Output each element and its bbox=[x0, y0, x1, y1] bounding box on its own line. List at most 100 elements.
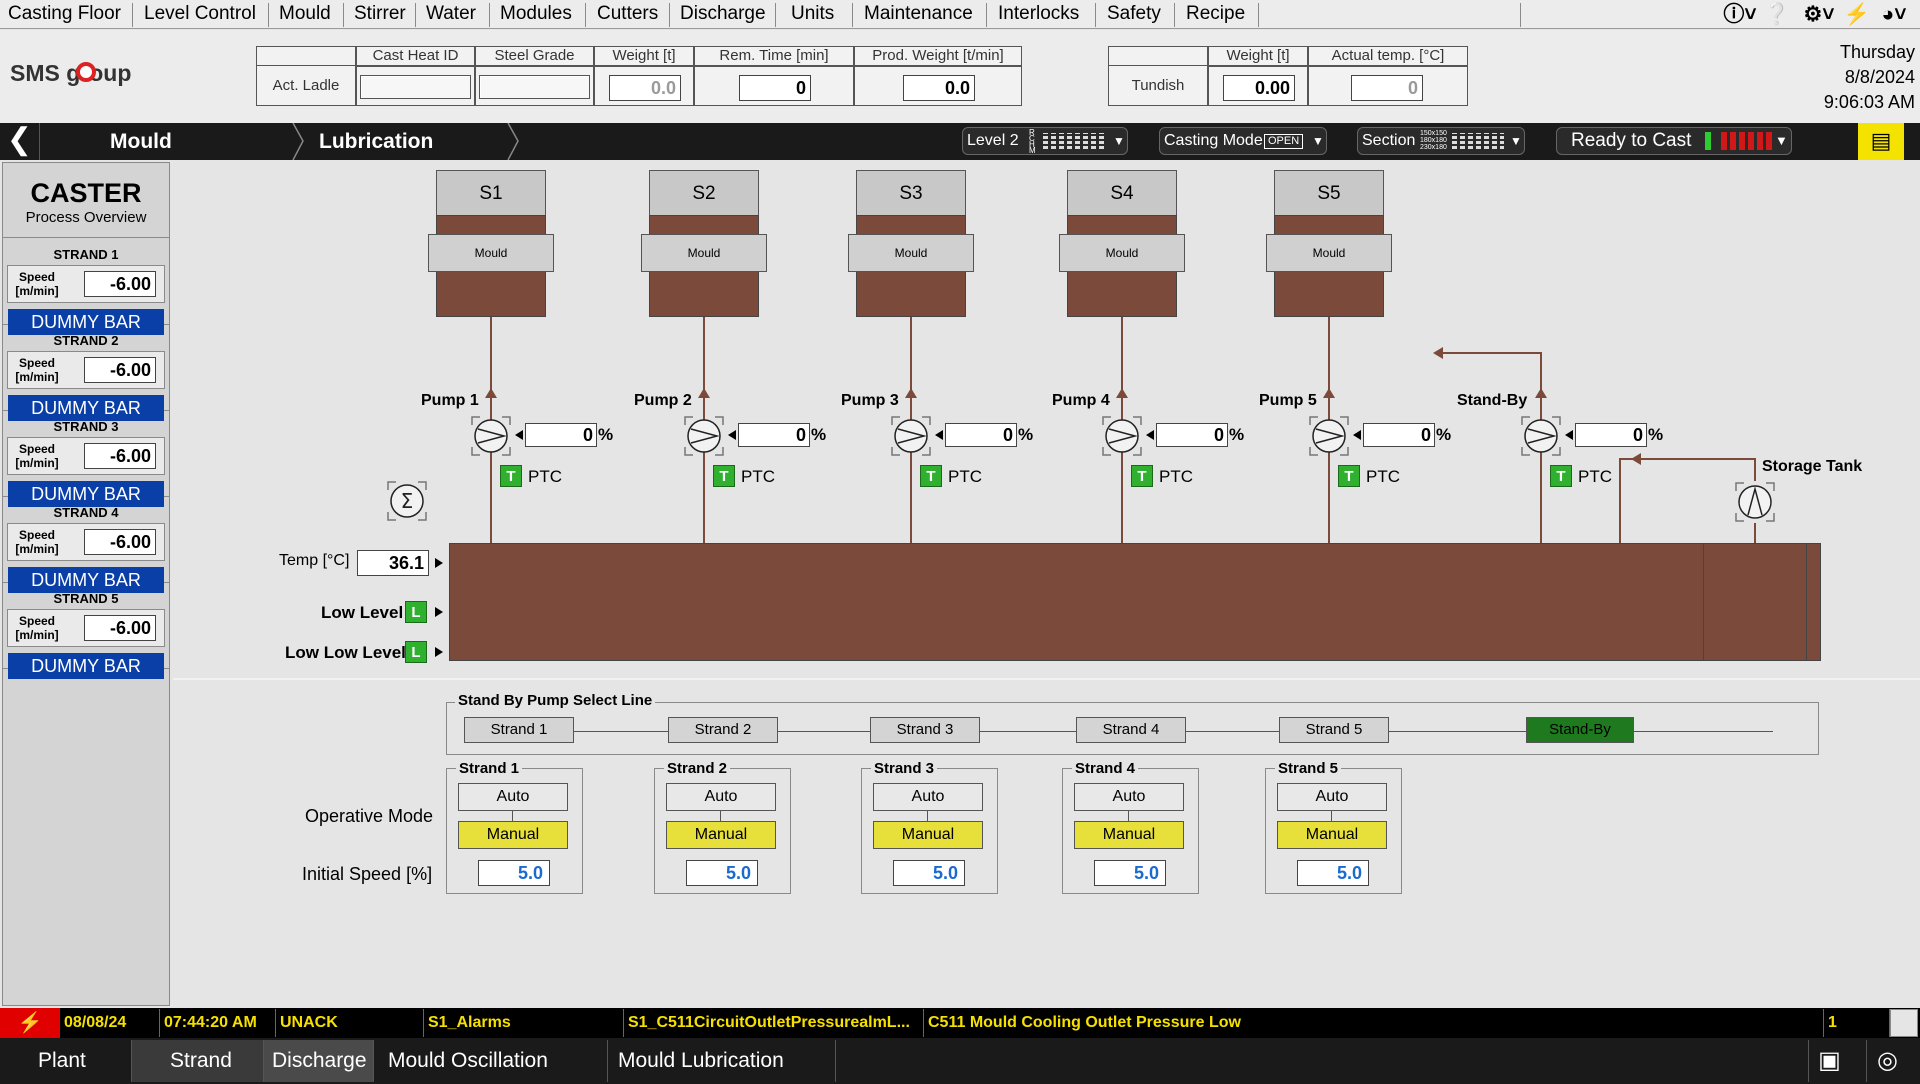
pump-t-badge[interactable]: T bbox=[1338, 465, 1360, 487]
manual-button[interactable]: Manual bbox=[1277, 821, 1387, 849]
initial-speed-input[interactable]: 5.0 bbox=[1297, 860, 1369, 886]
initial-speed-input[interactable]: 5.0 bbox=[893, 860, 965, 886]
menu-mould[interactable]: Mould bbox=[279, 0, 331, 29]
info-icon[interactable]: ⓘ˅ bbox=[1722, 2, 1758, 27]
pump-icon[interactable] bbox=[1520, 415, 1562, 457]
gear-icon[interactable]: ⚙˅ bbox=[1800, 2, 1838, 27]
menu-maintenance[interactable]: Maintenance bbox=[864, 0, 973, 29]
mould-label: Mould bbox=[1266, 234, 1392, 272]
pump-t-badge[interactable]: T bbox=[1131, 465, 1153, 487]
mode-connector bbox=[1331, 811, 1332, 821]
pump-t-badge[interactable]: T bbox=[920, 465, 942, 487]
tab-plant[interactable]: Plant bbox=[0, 1040, 132, 1082]
standby-option-3[interactable]: Strand 3 bbox=[870, 717, 980, 743]
strand-speed-value: -6.00 bbox=[84, 357, 156, 383]
pump-ptc-label: PTC bbox=[528, 467, 562, 486]
menu-separator bbox=[343, 3, 344, 27]
standby-option-4[interactable]: Strand 4 bbox=[1076, 717, 1186, 743]
auto-button[interactable]: Auto bbox=[1074, 783, 1184, 811]
steel-grade-field[interactable] bbox=[479, 75, 590, 99]
tab-strand[interactable]: Strand bbox=[132, 1040, 264, 1082]
sidebar-strand-5[interactable]: STRAND 5 Speed [m/min] -6.00 DUMMY BAR bbox=[3, 583, 169, 679]
auto-button[interactable]: Auto bbox=[1277, 783, 1387, 811]
pump-t-badge[interactable]: T bbox=[1550, 465, 1572, 487]
pump-ptc-label: PTC bbox=[1578, 467, 1612, 486]
pump-icon[interactable] bbox=[890, 415, 932, 457]
help-icon[interactable]: ❔ bbox=[1762, 2, 1792, 27]
auto-button[interactable]: Auto bbox=[458, 783, 568, 811]
menu-cutters[interactable]: Cutters bbox=[597, 0, 658, 29]
dashboard-icon[interactable]: ◕˅ bbox=[1876, 2, 1912, 27]
back-arrow-icon[interactable]: ❮ bbox=[0, 123, 40, 160]
sum-controller-icon[interactable]: Σ bbox=[386, 480, 428, 522]
menu-safety[interactable]: Safety bbox=[1107, 0, 1161, 29]
menu-stirrer[interactable]: Stirrer bbox=[354, 0, 406, 29]
pump-icon[interactable] bbox=[470, 415, 512, 457]
breadcrumb-mould[interactable]: Mould bbox=[42, 123, 304, 160]
date-label: 8/8/2024 bbox=[1844, 67, 1915, 87]
menu-interlocks[interactable]: Interlocks bbox=[998, 0, 1079, 29]
tab-discharge[interactable]: Discharge bbox=[264, 1040, 374, 1082]
cast-heat-id-field[interactable] bbox=[360, 75, 471, 99]
mode-connector bbox=[1128, 811, 1129, 821]
menu-separator bbox=[132, 3, 133, 27]
sidebar-strand-2[interactable]: STRAND 2 Speed [m/min] -6.00 DUMMY BAR bbox=[3, 325, 169, 421]
caster-header[interactable]: CASTER Process Overview bbox=[3, 164, 169, 238]
level-dropdown[interactable]: Level 2 RCHM ▼ bbox=[962, 127, 1128, 155]
low-level-badge[interactable]: L bbox=[405, 601, 427, 623]
breadcrumb-lubrication[interactable]: Lubrication bbox=[305, 123, 520, 160]
tab-mould-lubrication[interactable]: Mould Lubrication bbox=[608, 1040, 836, 1082]
operative-mode-label: Operative Mode bbox=[305, 806, 434, 826]
menu-units[interactable]: Units bbox=[791, 0, 834, 29]
alarm-scrollbar[interactable] bbox=[1890, 1009, 1918, 1037]
pump-icon[interactable] bbox=[1308, 415, 1350, 457]
section-dropdown[interactable]: Section 150x150 180x180 230x180 ▼ bbox=[1357, 127, 1525, 155]
pump-icon[interactable] bbox=[683, 415, 725, 457]
standby-option-1[interactable]: Strand 1 bbox=[464, 717, 574, 743]
pump-t-badge[interactable]: T bbox=[713, 465, 735, 487]
manual-button[interactable]: Manual bbox=[1074, 821, 1184, 849]
status-red-bars bbox=[1721, 132, 1773, 150]
menu-level-control[interactable]: Level Control bbox=[144, 0, 256, 29]
initial-speed-input[interactable]: 5.0 bbox=[1094, 860, 1166, 886]
strand-speed-box: Speed [m/min] -6.00 bbox=[7, 523, 165, 561]
monitor-icon[interactable]: ▤ bbox=[1858, 123, 1904, 160]
manual-button[interactable]: Manual bbox=[873, 821, 983, 849]
menu-modules[interactable]: Modules bbox=[500, 0, 572, 29]
menu-recipe[interactable]: Recipe bbox=[1186, 0, 1245, 29]
standby-option-2[interactable]: Strand 2 bbox=[668, 717, 778, 743]
tab-mould-oscillation[interactable]: Mould Oscillation bbox=[374, 1040, 608, 1082]
storage-pipe bbox=[1754, 460, 1756, 481]
sidebar-strand-4[interactable]: STRAND 4 Speed [m/min] -6.00 DUMMY BAR bbox=[3, 497, 169, 593]
alarm-bar[interactable]: ⚡ 08/08/24 07:44:20 AM UNACK S1_Alarms S… bbox=[0, 1008, 1920, 1038]
camera-icon[interactable]: ▣ bbox=[1808, 1040, 1850, 1082]
pointer-right-icon bbox=[435, 647, 443, 657]
lightning-icon[interactable]: ⚡ bbox=[1842, 2, 1872, 27]
ready-to-cast-dropdown[interactable]: Ready to Cast ▼ bbox=[1556, 127, 1792, 155]
manual-button[interactable]: Manual bbox=[666, 821, 776, 849]
sidebar-strand-1[interactable]: STRAND 1 Speed [m/min] -6.00 DUMMY BAR bbox=[3, 239, 169, 335]
initial-speed-input[interactable]: 5.0 bbox=[478, 860, 550, 886]
low-low-level-badge[interactable]: L bbox=[405, 641, 427, 663]
initial-speed-input[interactable]: 5.0 bbox=[686, 860, 758, 886]
eye-icon[interactable]: ◎ bbox=[1866, 1040, 1908, 1082]
standby-option-6[interactable]: Stand-By bbox=[1526, 717, 1634, 743]
standby-option-5[interactable]: Strand 5 bbox=[1279, 717, 1389, 743]
logo-mark-icon bbox=[76, 62, 96, 82]
caster-sidebar: CASTER Process Overview STRAND 1 Speed [… bbox=[2, 162, 170, 1006]
ladle-weight-cell: 0.0 bbox=[594, 66, 694, 106]
pump-icon[interactable] bbox=[1101, 415, 1143, 457]
chevron-down-icon: ▼ bbox=[1312, 134, 1324, 148]
casting-mode-dropdown[interactable]: Casting Mode OPEN ▼ bbox=[1159, 127, 1327, 155]
auto-button[interactable]: Auto bbox=[873, 783, 983, 811]
pump-t-badge[interactable]: T bbox=[500, 465, 522, 487]
storage-pump-icon[interactable] bbox=[1734, 481, 1776, 523]
menu-discharge[interactable]: Discharge bbox=[680, 0, 766, 29]
menu-casting-floor[interactable]: Casting Floor bbox=[8, 0, 121, 29]
auto-button[interactable]: Auto bbox=[666, 783, 776, 811]
alarm-lightning-icon[interactable]: ⚡ bbox=[0, 1008, 60, 1038]
manual-button[interactable]: Manual bbox=[458, 821, 568, 849]
pointer-left-icon bbox=[1353, 430, 1361, 440]
menu-water[interactable]: Water bbox=[426, 0, 476, 29]
sidebar-strand-3[interactable]: STRAND 3 Speed [m/min] -6.00 DUMMY BAR bbox=[3, 411, 169, 507]
